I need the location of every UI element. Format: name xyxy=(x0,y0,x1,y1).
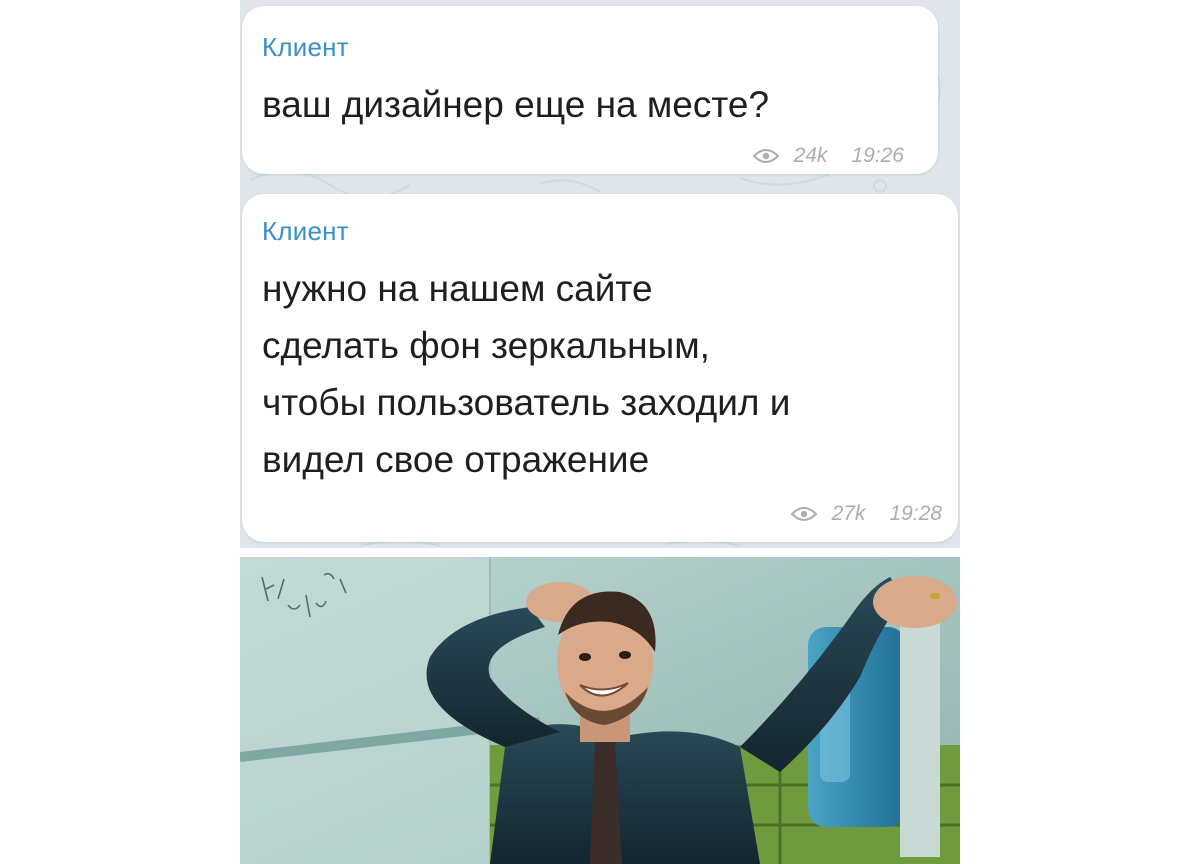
views-eye-icon xyxy=(790,507,817,521)
message-text: нужно на нашем сайте сделать фон зеркаль… xyxy=(262,268,791,480)
message-meta: 24k 19:26 xyxy=(752,144,904,168)
message-time: 19:28 xyxy=(889,502,942,525)
reaction-photo-illustration xyxy=(240,557,960,864)
sender-name: Клиент xyxy=(262,32,349,62)
chat-panel: Клиент ваш дизайнер еще на месте? 24k 19… xyxy=(240,0,960,548)
message-bubble: Клиент ваш дизайнер еще на месте? 24k 19… xyxy=(242,6,938,174)
message-text: ваш дизайнер еще на месте? xyxy=(262,84,770,125)
views-count: 27k xyxy=(831,502,866,525)
message-time: 19:26 xyxy=(851,144,904,167)
sender-name: Клиент xyxy=(262,216,349,246)
message-bubble: Клиент нужно на нашем сайте сделать фон … xyxy=(242,194,958,542)
message-meta: 27k 19:28 xyxy=(790,502,942,526)
reaction-photo xyxy=(240,557,960,864)
views-eye-icon xyxy=(752,149,779,163)
meme-screenshot: Клиент ваш дизайнер еще на месте? 24k 19… xyxy=(0,0,1200,864)
views-count: 24k xyxy=(793,144,828,167)
